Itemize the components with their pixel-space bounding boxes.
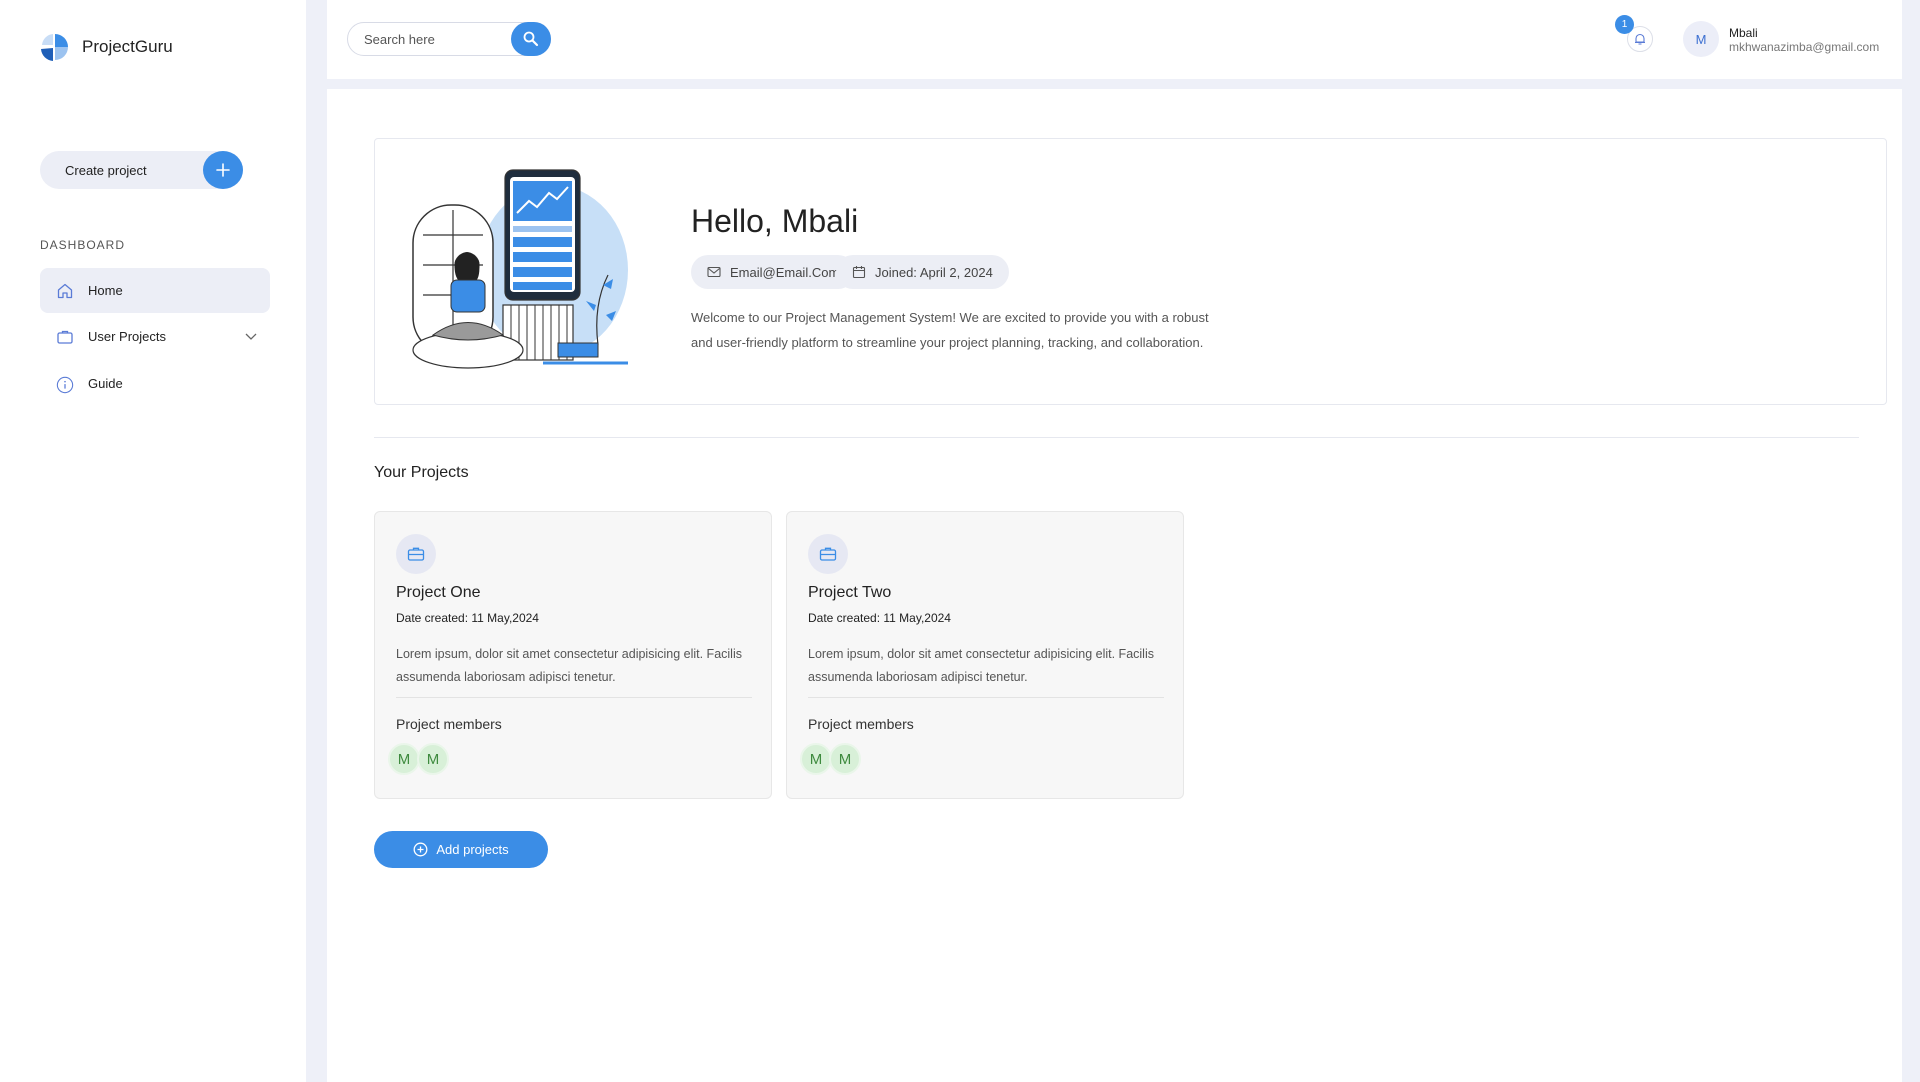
sidebar-item-label: Guide <box>88 376 123 391</box>
sidebar-item-user-projects[interactable]: User Projects <box>40 314 270 359</box>
joined-text: Joined: April 2, 2024 <box>875 264 993 280</box>
email-text: Email@Email.Com <box>730 264 840 280</box>
project-date: Date created: 11 May,2024 <box>808 611 951 625</box>
sidebar-item-home[interactable]: Home <box>40 268 270 313</box>
projects-heading: Your Projects <box>374 464 469 481</box>
add-projects-label: Add projects <box>436 842 509 857</box>
project-card[interactable]: Project Two Date created: 11 May,2024 Lo… <box>786 511 1184 799</box>
topbar: 1 M Mbali mkhwanazimba@gmail.com <box>327 0 1902 79</box>
mail-icon <box>707 266 721 278</box>
briefcase-icon <box>396 534 436 574</box>
project-card[interactable]: Project One Date created: 11 May,2024 Lo… <box>374 511 772 799</box>
welcome-card: Hello, Mbali Email@Email.Com Joined: Apr… <box>374 138 1887 405</box>
plus-icon[interactable] <box>203 151 243 189</box>
member-avatar[interactable]: M <box>800 743 832 775</box>
sidebar-item-label: Home <box>88 283 123 298</box>
app-name: ProjectGuru <box>82 37 173 56</box>
calendar-icon <box>852 265 866 279</box>
user-avatar[interactable]: M <box>1683 21 1719 57</box>
search-icon <box>523 31 539 47</box>
home-icon <box>56 282 74 300</box>
app-logo[interactable]: ProjectGuru <box>40 32 173 62</box>
member-avatar[interactable]: M <box>417 743 449 775</box>
project-description: Lorem ipsum, dolor sit amet consectetur … <box>396 647 742 684</box>
plus-circle-icon <box>413 842 428 857</box>
logo-icon <box>41 34 68 61</box>
notification-badge: 1 <box>1615 15 1634 34</box>
card-divider <box>396 697 752 698</box>
welcome-message: Welcome to our Project Management System… <box>691 310 1209 350</box>
notifications-button[interactable]: 1 <box>1615 15 1653 52</box>
info-icon <box>56 375 74 393</box>
welcome-illustration <box>412 169 628 369</box>
section-divider <box>374 437 1859 438</box>
member-avatar[interactable]: M <box>829 743 861 775</box>
create-project-label: Create project <box>65 162 147 178</box>
project-title[interactable]: Project Two <box>808 584 891 602</box>
project-title[interactable]: Project One <box>396 584 480 602</box>
bell-icon <box>1635 33 1645 45</box>
sidebar-item-guide[interactable]: Guide <box>40 361 270 406</box>
card-divider <box>808 697 1164 698</box>
project-members-label: Project members <box>396 716 502 732</box>
main-content: Hello, Mbali Email@Email.Com Joined: Apr… <box>327 89 1902 1082</box>
project-description: Lorem ipsum, dolor sit amet consectetur … <box>808 647 1154 684</box>
search-box <box>347 22 551 56</box>
joined-chip: Joined: April 2, 2024 <box>836 255 1009 289</box>
create-project-button[interactable]: Create project <box>40 151 243 189</box>
user-name: Mbali <box>1729 26 1758 40</box>
member-avatar[interactable]: M <box>388 743 420 775</box>
briefcase-icon <box>56 328 74 346</box>
search-button[interactable] <box>511 22 551 56</box>
briefcase-icon <box>808 534 848 574</box>
search-input[interactable] <box>348 23 498 55</box>
project-date: Date created: 11 May,2024 <box>396 611 539 625</box>
project-members-label: Project members <box>808 716 914 732</box>
add-projects-button[interactable]: Add projects <box>374 831 548 868</box>
email-chip: Email@Email.Com <box>691 255 856 289</box>
greeting-heading: Hello, Mbali <box>691 203 859 239</box>
user-email: mkhwanazimba@gmail.com <box>1729 40 1880 54</box>
dashboard-section-label: DASHBOARD <box>40 238 126 252</box>
sidebar: ProjectGuru Create project DASHBOARD Hom… <box>0 0 306 1082</box>
sidebar-item-label: User Projects <box>88 329 167 344</box>
chevron-down-icon[interactable] <box>244 329 258 346</box>
